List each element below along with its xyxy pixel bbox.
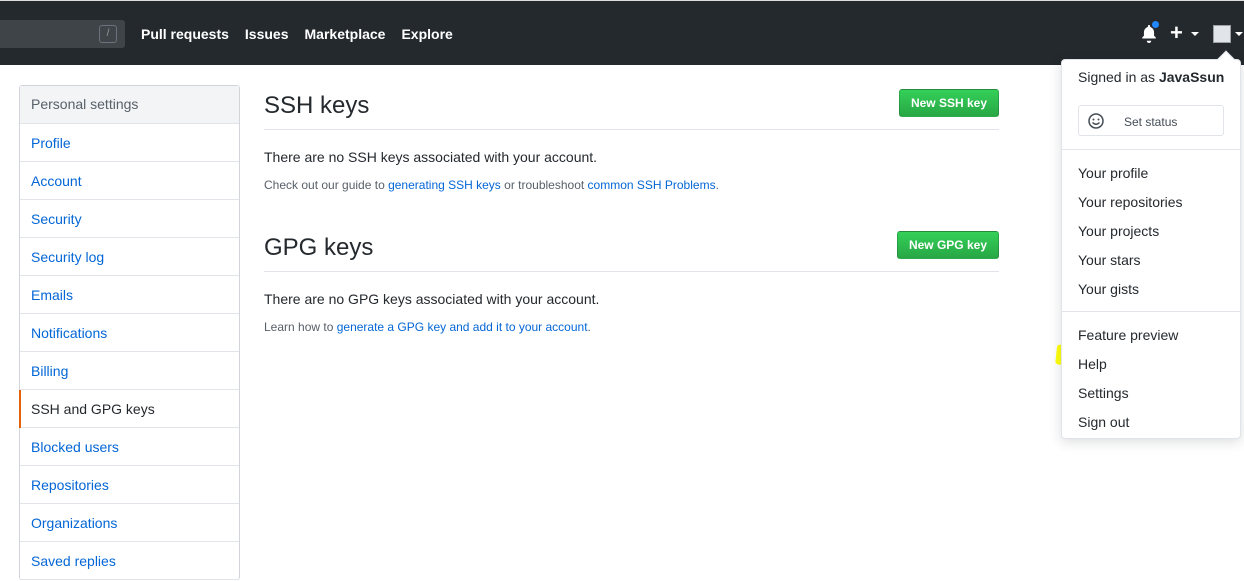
gpg-help-prefix: Learn how to bbox=[264, 320, 337, 334]
common-ssh-problems-link[interactable]: common SSH Problems bbox=[588, 178, 716, 192]
new-gpg-key-button[interactable]: New GPG key bbox=[896, 231, 999, 259]
chevron-down-icon[interactable] bbox=[1191, 32, 1199, 36]
sidebar-item-repositories[interactable]: Repositories bbox=[20, 466, 239, 504]
new-ssh-key-button[interactable]: New SSH key bbox=[898, 89, 999, 117]
generate-gpg-key-link[interactable]: generate a GPG key and add it to your ac… bbox=[337, 320, 588, 334]
smiley-icon bbox=[1088, 113, 1104, 129]
sidebar-item-profile[interactable]: Profile bbox=[20, 124, 239, 162]
menu-settings[interactable]: Settings bbox=[1078, 385, 1129, 401]
sidebar-item-emails[interactable]: Emails bbox=[20, 276, 239, 314]
sidebar-heading: Personal settings bbox=[20, 86, 239, 124]
header-nav: Pull requests Issues Marketplace Explore bbox=[141, 1, 469, 66]
main-content: SSH keys New SSH key There are no SSH ke… bbox=[264, 85, 999, 334]
signed-in-prefix: Signed in as bbox=[1078, 69, 1159, 85]
nav-explore[interactable]: Explore bbox=[401, 26, 452, 42]
dropdown-divider bbox=[1062, 311, 1240, 312]
top-header: / Pull requests Issues Marketplace Explo… bbox=[0, 0, 1244, 65]
username: JavaSsun bbox=[1158, 69, 1225, 85]
sidebar-item-organizations[interactable]: Organizations bbox=[20, 504, 239, 542]
sidebar-item-security-log[interactable]: Security log bbox=[20, 238, 239, 276]
gpg-title: GPG keys bbox=[264, 234, 374, 261]
sidebar-item-billing[interactable]: Billing bbox=[20, 352, 239, 390]
settings-sidebar: Personal settings Profile Account Securi… bbox=[19, 85, 240, 580]
nav-issues[interactable]: Issues bbox=[245, 26, 289, 42]
menu-your-projects[interactable]: Your projects bbox=[1078, 223, 1159, 239]
sidebar-item-security[interactable]: Security bbox=[20, 200, 239, 238]
menu-sign-out[interactable]: Sign out bbox=[1078, 414, 1129, 430]
user-dropdown-menu: Signed in as JavaSsun Set status Your pr… bbox=[1061, 50, 1241, 439]
menu-your-repositories[interactable]: Your repositories bbox=[1078, 194, 1183, 210]
dropdown-divider bbox=[1062, 149, 1240, 150]
gpg-empty-message: There are no GPG keys associated with yo… bbox=[264, 291, 600, 307]
gpg-section-header: GPG keys New GPG key bbox=[264, 227, 999, 272]
gpg-help-suffix: . bbox=[587, 320, 591, 334]
menu-help[interactable]: Help bbox=[1078, 356, 1107, 372]
signed-in-as: Signed in as JavaSsun bbox=[1078, 69, 1224, 85]
ssh-help-prefix: Check out our guide to bbox=[264, 178, 389, 192]
sidebar-item-notifications[interactable]: Notifications bbox=[20, 314, 239, 352]
nav-pull-requests[interactable]: Pull requests bbox=[141, 26, 229, 42]
sidebar-item-blocked-users[interactable]: Blocked users bbox=[20, 428, 239, 466]
menu-your-stars[interactable]: Your stars bbox=[1078, 252, 1141, 268]
generating-ssh-keys-link[interactable]: generating SSH keys bbox=[388, 178, 501, 192]
notification-dot-icon bbox=[1151, 20, 1160, 29]
search-input[interactable]: / bbox=[0, 20, 125, 48]
ssh-help-suffix: . bbox=[715, 178, 719, 192]
gpg-help-text: Learn how to generate a GPG key and add … bbox=[264, 320, 999, 334]
ssh-title: SSH keys bbox=[264, 92, 370, 119]
search-shortcut-key: / bbox=[99, 25, 117, 43]
ssh-empty-message: There are no SSH keys associated with yo… bbox=[264, 149, 598, 165]
set-status-button[interactable]: Set status bbox=[1078, 105, 1224, 136]
sidebar-item-saved-replies[interactable]: Saved replies bbox=[20, 542, 239, 580]
plus-icon[interactable]: + bbox=[1170, 21, 1183, 45]
set-status-label: Set status bbox=[1124, 115, 1178, 129]
chevron-down-icon[interactable] bbox=[1235, 32, 1243, 36]
avatar[interactable] bbox=[1213, 25, 1231, 43]
ssh-help-middle: or troubleshoot bbox=[500, 178, 588, 192]
sidebar-item-account[interactable]: Account bbox=[20, 162, 239, 200]
ssh-section-header: SSH keys New SSH key bbox=[264, 85, 999, 130]
nav-marketplace[interactable]: Marketplace bbox=[305, 26, 386, 42]
menu-feature-preview[interactable]: Feature preview bbox=[1078, 327, 1178, 343]
ssh-help-text: Check out our guide to generating SSH ke… bbox=[264, 178, 999, 192]
menu-your-gists[interactable]: Your gists bbox=[1078, 281, 1139, 297]
sidebar-item-ssh-gpg-keys[interactable]: SSH and GPG keys bbox=[19, 390, 239, 428]
menu-your-profile[interactable]: Your profile bbox=[1078, 165, 1148, 181]
